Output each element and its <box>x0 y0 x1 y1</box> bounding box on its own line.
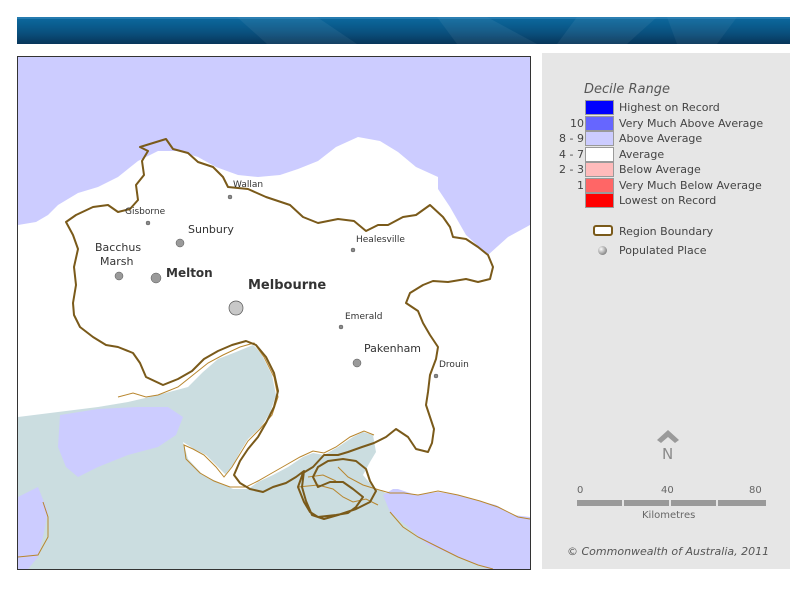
legend-label: Below Average <box>619 163 701 176</box>
legend-range: 10 <box>570 116 584 130</box>
scale-tick-40: 40 <box>661 485 674 496</box>
legend-label: Lowest on Record <box>619 194 717 207</box>
populated-place-swatch-icon <box>598 246 607 255</box>
header-banner <box>17 17 790 44</box>
region-boundary-swatch-icon <box>593 225 613 236</box>
legend-swatch-icon <box>585 146 614 162</box>
legend-label: Average <box>619 147 665 161</box>
legend-row: 1 Very Much Below Average <box>542 177 790 193</box>
place-label-gisborne: Gisborne <box>125 207 166 217</box>
banner-decoration <box>17 17 790 44</box>
scale-segment <box>577 500 622 506</box>
legend-label: Very Much Above Average <box>619 116 764 130</box>
map-view[interactable]: Wallan Gisborne Sunbury Healesville Bacc… <box>17 56 531 570</box>
north-chevron-icon <box>657 430 679 443</box>
place-label-drouin: Drouin <box>439 360 469 370</box>
legend-row: 8 - 9 Above Average <box>542 131 790 146</box>
place-label-melton: Melton <box>166 266 213 280</box>
place-label-sunbury: Sunbury <box>188 223 234 236</box>
place-label-melbourne: Melbourne <box>248 278 326 293</box>
legend-swatch-icon <box>585 162 614 177</box>
legend-swatch-icon <box>585 131 614 146</box>
scale-segment <box>624 500 669 506</box>
legend-row: 10 Very Much Above Average <box>542 115 790 131</box>
legend-place-label: Populated Place <box>619 244 707 257</box>
scale-segment <box>718 500 766 506</box>
legend-label: Highest on Record <box>619 101 720 114</box>
place-sunbury-icon[interactable] <box>175 238 185 248</box>
legend-range: 4 - 7 <box>559 147 584 161</box>
place-label-emerald: Emerald <box>345 312 382 322</box>
legend-label: Very Much Below Average <box>619 178 762 192</box>
copyright-text: © Commonwealth of Australia, 2011 <box>567 545 770 558</box>
scale-segment <box>671 500 716 506</box>
legend-title: Decile Range <box>584 82 670 97</box>
legend-row: 2 - 3 Below Average <box>542 162 790 177</box>
scale-units: Kilometres <box>642 510 696 521</box>
place-emerald-icon[interactable] <box>338 324 344 330</box>
place-healesville-icon[interactable] <box>350 247 356 253</box>
legend-boundary-label: Region Boundary <box>619 225 714 238</box>
scale-tick-80: 80 <box>749 485 762 496</box>
north-label: N <box>662 445 674 463</box>
place-drouin-icon[interactable] <box>433 373 439 379</box>
legend-range: 2 - 3 <box>559 163 584 176</box>
legend-row: 4 - 7 Average <box>542 146 790 162</box>
legend-range: 1 <box>577 178 584 192</box>
place-gisborne-icon[interactable] <box>145 220 151 226</box>
place-label-wallan: Wallan <box>233 180 263 190</box>
legend-swatch-icon <box>585 193 614 208</box>
place-pakenham-icon[interactable] <box>352 358 362 368</box>
scale-tick-0: 0 <box>577 485 584 496</box>
place-wallan-icon[interactable] <box>227 194 233 200</box>
scale-bar: 0 40 80 Kilometres <box>577 485 767 525</box>
legend-label: Above Average <box>619 132 703 145</box>
legend-row: Highest on Record <box>542 100 790 115</box>
place-label-marsh: Marsh <box>100 255 133 268</box>
place-bacchus-marsh-icon[interactable] <box>114 271 124 281</box>
map-canvas[interactable]: Wallan Gisborne Sunbury Healesville Bacc… <box>18 57 530 569</box>
place-label-healesville: Healesville <box>356 235 405 245</box>
legend-row: Lowest on Record <box>542 193 790 208</box>
place-melbourne-icon[interactable] <box>228 300 244 316</box>
legend-swatch-icon <box>585 177 614 193</box>
place-label-pakenham: Pakenham <box>364 342 421 355</box>
legend-panel: Decile Range Highest on Record 10 Very Muc… <box>542 53 790 569</box>
legend-swatch-icon <box>585 100 614 115</box>
north-arrow-icon: N <box>655 426 681 464</box>
legend-range: 8 - 9 <box>559 132 584 145</box>
legend-swatch-icon <box>585 115 614 131</box>
place-label-bacchus: Bacchus <box>95 241 141 254</box>
place-melton-icon[interactable] <box>150 272 162 284</box>
